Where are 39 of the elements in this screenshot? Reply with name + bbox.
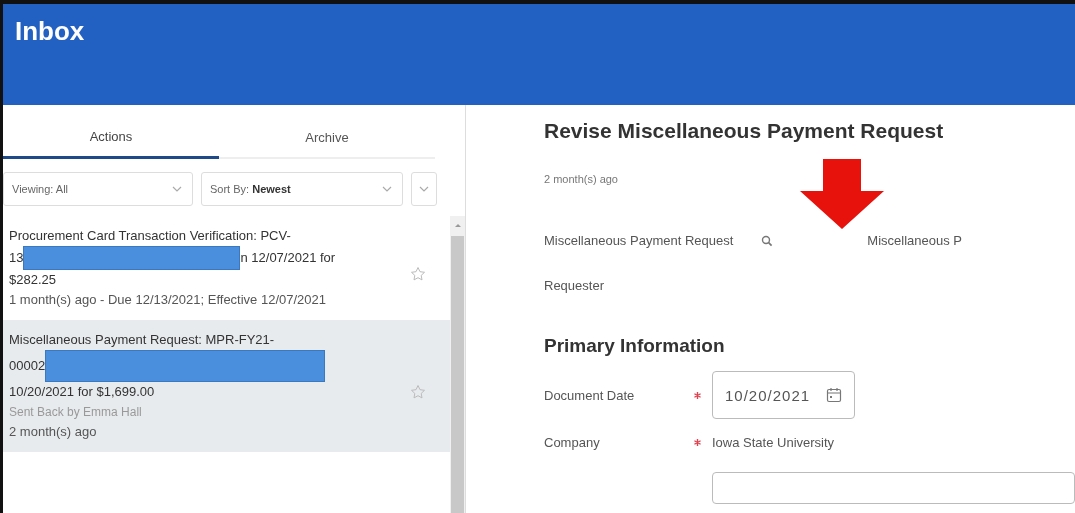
- expand-button[interactable]: [411, 172, 437, 206]
- item-title: 13: [9, 249, 24, 267]
- item-title: Procurement Card Transaction Verification: PCV-: [9, 227, 291, 245]
- chevron-icon: [419, 186, 429, 192]
- item-detail: 1 month(s) ago - Due 12/13/2021; Effective 12/07/2021: [9, 291, 328, 309]
- search-icon[interactable]: [761, 234, 774, 247]
- star-icon[interactable]: [410, 266, 426, 282]
- star-icon[interactable]: [410, 384, 426, 400]
- item-title: 00002: [9, 357, 46, 375]
- down-arrow-icon: [800, 159, 884, 229]
- field-value: Iowa State University: [712, 435, 835, 450]
- page-title: Inbox: [15, 16, 85, 46]
- item-title: 10/20/2021 for $1,699.00: [9, 383, 155, 401]
- task-age: 2 month(s) ago: [544, 173, 619, 185]
- filter-dropdown[interactable]: Viewing: All: [3, 172, 193, 206]
- item-title: Miscellaneous Payment Request: MPR-FY21-: [9, 331, 275, 349]
- item-detail: Sent Back by Emma Hall: [9, 404, 143, 421]
- section-heading: Primary Information: [544, 335, 726, 357]
- filter-dropdown[interactable]: Sort By: Newest: [201, 172, 403, 206]
- scrollbar[interactable]: [450, 216, 465, 513]
- inbox-item[interactable]: Miscellaneous Payment Request: MPR-FY21- 00002 10/20/2021 for $1,699.00 Sent Back by Emma Hall 2 month(s) ago: [3, 320, 450, 452]
- dropdown-label: Sort By: Newest: [210, 183, 291, 195]
- date-value: 10/20/2021: [725, 386, 811, 404]
- dropdown-label: Viewing: All: [12, 183, 69, 195]
- scroll-up-icon[interactable]: [453, 222, 462, 228]
- lookup-label: Miscellaneous Payment Request: [544, 233, 734, 248]
- task-title: Revise Miscellaneous Payment Request: [544, 119, 945, 143]
- item-title: $282.25: [9, 271, 56, 289]
- item-title: n 12/07/2021 for: [240, 249, 336, 267]
- chevron-icon: [382, 186, 392, 192]
- field-label: Document Date: [544, 387, 636, 403]
- input-field[interactable]: [712, 472, 1075, 504]
- field-label: Company: [544, 435, 601, 450]
- calendar-icon[interactable]: [826, 387, 843, 403]
- chevron-icon: [172, 186, 182, 192]
- lookup-value[interactable]: Miscellaneous P: [867, 233, 962, 248]
- field-label: Requester: [544, 278, 605, 293]
- item-detail: 2 month(s) ago: [9, 423, 98, 441]
- date-field[interactable]: 10/20/2021: [712, 371, 856, 419]
